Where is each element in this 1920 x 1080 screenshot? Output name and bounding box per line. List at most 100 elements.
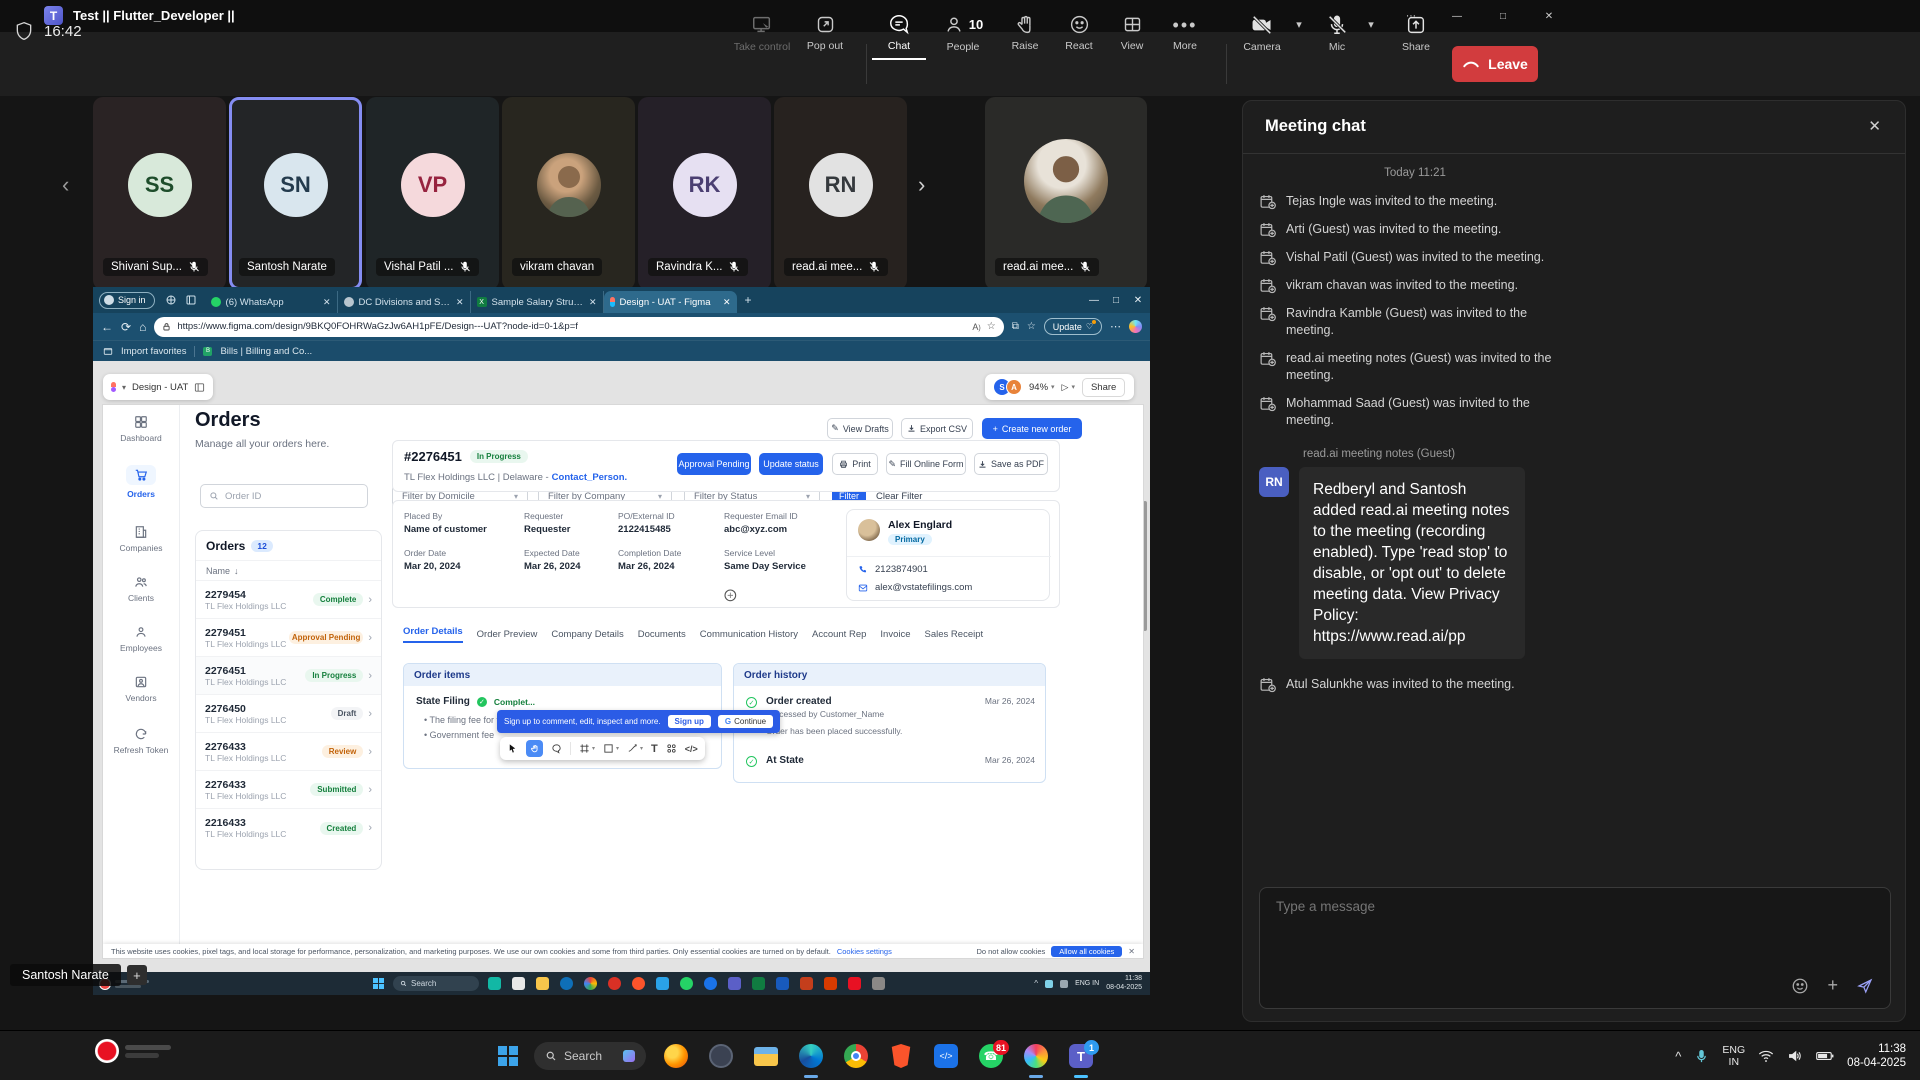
order-row-selected[interactable]: 2276451TL Flex Holdings LLC In Progress … (196, 657, 381, 695)
import-favorites-link[interactable]: Import favorites (121, 346, 186, 357)
order-row[interactable]: 2279454TL Flex Holdings LLC Complete › (196, 581, 381, 619)
tray-mic-icon[interactable] (1694, 1049, 1709, 1064)
contact-person-link[interactable]: Contact_Person. (552, 472, 628, 483)
chat-message-bubble[interactable]: Redberyl and Santosh added read.ai meeti… (1299, 467, 1525, 659)
tray-icon[interactable] (1045, 980, 1053, 988)
create-order-button[interactable]: +Create new order (982, 418, 1082, 439)
participant-tile[interactable]: RN read.ai mee... (774, 97, 907, 290)
tab-order-details[interactable]: Order Details (403, 626, 463, 643)
tab-close-icon[interactable]: ✕ (589, 297, 597, 308)
banner-signup-button[interactable]: Sign up (668, 715, 711, 728)
cookie-settings-link[interactable]: Cookies settings (837, 947, 892, 956)
shared-search-pill[interactable]: Search (393, 976, 479, 991)
tab-communication-history[interactable]: Communication History (700, 629, 798, 640)
sender-avatar[interactable]: RN (1259, 467, 1289, 497)
app-icon[interactable] (584, 977, 597, 990)
chevron-down-icon[interactable]: ▾ (640, 745, 643, 752)
shape-tool-icon[interactable] (603, 743, 614, 754)
emoji-icon[interactable] (1791, 977, 1809, 995)
browser-tab[interactable]: DC Divisions and Surroundings ✕ (338, 291, 471, 313)
frame-tool-icon[interactable] (579, 743, 590, 754)
sidebar-item-clients[interactable]: Clients (128, 575, 154, 603)
view-drafts-button[interactable]: ✎View Drafts (827, 418, 893, 439)
app-icon[interactable] (632, 977, 645, 990)
taskbar-whatsapp-icon[interactable]: ☎81 (975, 1040, 1007, 1072)
order-row[interactable]: 2276433TL Flex Holdings LLC Submitted › (196, 771, 381, 809)
wifi-icon[interactable] (1758, 1049, 1774, 1063)
tab-order-preview[interactable]: Order Preview (477, 629, 538, 640)
order-row[interactable]: 2276450TL Flex Holdings LLC Draft › (196, 695, 381, 733)
participant-tile[interactable]: RK Ravindra K... (638, 97, 771, 290)
app-icon[interactable] (704, 977, 717, 990)
tray-icon[interactable] (1060, 980, 1068, 988)
participant-tile[interactable]: SS Shivani Sup... (93, 97, 226, 290)
bookmark-star-icon[interactable]: ☆ (987, 321, 996, 332)
language-indicator[interactable]: ENG IN (1722, 1044, 1745, 1068)
workspaces-icon[interactable] (165, 294, 177, 306)
strip-next-icon[interactable]: › (918, 172, 925, 198)
code-tool-icon[interactable]: </> (685, 744, 698, 754)
view-button[interactable]: View (1108, 6, 1156, 60)
new-tab-icon[interactable]: + (745, 293, 752, 307)
widgets-tool-icon[interactable] (666, 743, 677, 754)
more-button[interactable]: ••• More (1160, 6, 1210, 60)
canvas-scrollbar[interactable] (1143, 501, 1147, 631)
camera-button[interactable]: Camera (1234, 6, 1290, 60)
taskbar-code-icon[interactable]: </> (930, 1040, 962, 1072)
attach-plus-icon[interactable]: + (1827, 975, 1838, 996)
presenter-add-icon[interactable]: + (127, 965, 147, 985)
app-icon[interactable] (800, 977, 813, 990)
print-button[interactable]: Print (832, 453, 878, 475)
start-button[interactable] (492, 1040, 524, 1072)
taskbar-widget[interactable] (95, 1039, 171, 1063)
take-control-button[interactable]: Take control (731, 6, 793, 60)
chat-input-box[interactable]: + (1259, 887, 1891, 1009)
read-aloud-icon[interactable]: A) (972, 322, 980, 332)
sidebar-item-employees[interactable]: Employees (120, 625, 162, 653)
mic-button[interactable]: Mic (1314, 6, 1360, 60)
app-icon[interactable] (608, 977, 621, 990)
browser-more-icon[interactable]: ⋯ (1110, 320, 1121, 333)
sidebar-item-vendors[interactable]: Vendors (125, 675, 156, 703)
fill-online-form-button[interactable]: ✎Fill Online Form (886, 453, 966, 475)
present-button[interactable]: ▷▾ (1062, 382, 1075, 393)
app-icon[interactable] (560, 977, 573, 990)
sidebar-item-refresh-token[interactable]: Refresh Token (111, 727, 171, 755)
battery-icon[interactable] (1816, 1050, 1834, 1062)
app-icon[interactable] (776, 977, 789, 990)
tab-account-rep[interactable]: Account Rep (812, 629, 866, 640)
order-id-search[interactable]: Order ID (200, 484, 368, 508)
app-icon[interactable] (872, 977, 885, 990)
app-icon[interactable] (512, 977, 525, 990)
order-row[interactable]: 2276433TL Flex Holdings LLC Review › (196, 733, 381, 771)
save-as-pdf-button[interactable]: Save as PDF (974, 453, 1048, 475)
app-icon[interactable] (680, 977, 693, 990)
chat-close-icon[interactable]: ✕ (1868, 117, 1881, 135)
deny-cookies-link[interactable]: Do not allow cookies (976, 947, 1045, 956)
collaborator-avatar[interactable]: A (1006, 379, 1022, 395)
app-icon[interactable] (536, 977, 549, 990)
chat-button[interactable]: Chat (872, 6, 926, 60)
contact-email[interactable]: alex@vstatefilings.com (875, 582, 972, 593)
browser-minimize-icon[interactable]: — (1086, 295, 1102, 306)
taskbar-chrome-icon[interactable] (840, 1040, 872, 1072)
browser-tab-active[interactable]: Design - UAT - Figma ✕ (604, 291, 737, 313)
tab-close-icon[interactable]: ✕ (456, 297, 464, 308)
taskbar-clock[interactable]: 11:38 08-04-2025 (1847, 1043, 1906, 1070)
participant-tile[interactable]: VP Vishal Patil ... (366, 97, 499, 290)
tab-close-icon[interactable]: ✕ (323, 297, 331, 308)
copilot-icon[interactable] (1129, 320, 1142, 333)
sidebar-item-companies[interactable]: Companies (120, 525, 163, 553)
taskbar-brave-icon[interactable] (885, 1040, 917, 1072)
taskbar-teams-icon[interactable]: T1 (1065, 1040, 1097, 1072)
app-icon[interactable] (752, 977, 765, 990)
browser-maximize-icon[interactable]: □ (1108, 295, 1124, 306)
zoom-level-dropdown[interactable]: 94%▾ (1029, 382, 1055, 393)
shared-start-icon[interactable] (373, 978, 384, 989)
app-icon[interactable] (488, 977, 501, 990)
back-icon[interactable]: ← (101, 320, 113, 334)
leave-button[interactable]: Leave (1452, 46, 1538, 82)
volume-icon[interactable] (1787, 1049, 1803, 1063)
people-button[interactable]: 10 People (930, 6, 996, 60)
taskbar-edge-icon[interactable] (795, 1040, 827, 1072)
